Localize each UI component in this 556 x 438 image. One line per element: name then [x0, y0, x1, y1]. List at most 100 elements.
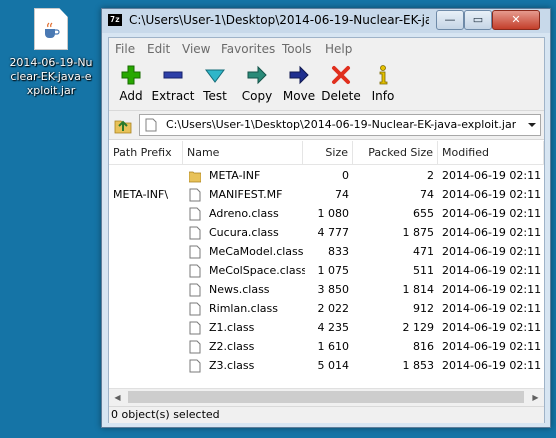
file-icon [189, 264, 201, 278]
row-modified: 2014-06-19 02:11 [442, 188, 542, 201]
list-item[interactable]: News.class 3 850 1 814 2014-06-19 02:11 [109, 280, 544, 299]
row-path-prefix [109, 204, 183, 223]
maximize-button[interactable]: ▭ [464, 10, 492, 30]
menu-view[interactable]: View [182, 42, 210, 56]
list-item[interactable]: META-INF\ MANIFEST.MF 74 74 2014-06-19 02:11 [109, 185, 544, 204]
menu-edit[interactable]: Edit [147, 42, 170, 56]
row-path-prefix [109, 356, 183, 375]
list-item[interactable]: Adreno.class 1 080 655 2014-06-19 02:11 [109, 204, 544, 223]
copy-button[interactable]: Copy [235, 64, 279, 108]
desktop-jar-file[interactable]: 2014-06-19-Nuclear-EK-java-exploit.jar [8, 8, 94, 98]
close-button[interactable]: ✕ [492, 10, 540, 30]
row-packed-size: 1 875 [402, 226, 435, 239]
row-name: Rimlan.class [209, 302, 278, 315]
delete-button[interactable]: Delete [319, 64, 363, 108]
add-icon [121, 65, 141, 85]
desktop-file-label: 2014-06-19-Nuclear-EK-java-exploit.jar [9, 56, 93, 97]
up-folder-icon[interactable] [113, 115, 133, 135]
horizontal-scrollbar[interactable]: ◀ ▶ [109, 388, 544, 406]
row-path-prefix [109, 280, 183, 299]
list-item[interactable]: Z2.class 1 610 816 2014-06-19 02:11 [109, 337, 544, 356]
extract-button[interactable]: Extract [151, 64, 195, 108]
row-packed-size: 1 853 [402, 359, 435, 372]
row-packed-size: 816 [413, 340, 434, 353]
row-modified: 2014-06-19 02:11 [442, 302, 542, 315]
extract-icon [163, 71, 183, 79]
row-name: Z2.class [209, 340, 255, 353]
list-item[interactable]: Z1.class 4 235 2 129 2014-06-19 02:11 [109, 318, 544, 337]
address-path: C:\Users\User-1\Desktop\2014-06-19-Nucle… [166, 118, 516, 131]
row-path-prefix [109, 166, 183, 185]
list-item[interactable]: MeCaModel.class 833 471 2014-06-19 02:11 [109, 242, 544, 261]
row-modified: 2014-06-19 02:11 [442, 207, 542, 220]
row-packed-size: 2 [427, 169, 434, 182]
file-icon [189, 188, 201, 202]
menu-help[interactable]: Help [325, 42, 352, 56]
column-path-prefix[interactable]: Path Prefix [109, 141, 183, 164]
file-icon [189, 302, 201, 316]
row-packed-size: 912 [413, 302, 434, 315]
toolbar: Add Extract Test Copy Move Delete Info [109, 60, 544, 111]
test-button[interactable]: Test [193, 64, 237, 108]
column-packed-size[interactable]: Packed Size [353, 141, 438, 164]
row-packed-size: 74 [420, 188, 434, 201]
list-item[interactable]: MeColSpace.class 1 075 511 2014-06-19 02:11 [109, 261, 544, 280]
test-icon [205, 69, 225, 83]
file-icon [189, 207, 201, 221]
file-icon [189, 283, 201, 297]
menu-tools[interactable]: Tools [282, 42, 312, 56]
row-path-prefix [109, 337, 183, 356]
list-item[interactable]: Z3.class 5 014 1 853 2014-06-19 02:11 [109, 356, 544, 375]
row-packed-size: 1 814 [402, 283, 435, 296]
address-field[interactable]: C:\Users\User-1\Desktop\2014-06-19-Nucle… [139, 114, 541, 136]
row-size: 1 075 [317, 264, 350, 277]
minimize-button[interactable]: — [436, 10, 464, 30]
status-text: 0 object(s) selected [111, 408, 220, 421]
row-path-prefix [109, 261, 183, 280]
list-header: Path Prefix Name Size Packed Size Modifi… [109, 141, 544, 165]
row-name: Adreno.class [209, 207, 279, 220]
column-modified[interactable]: Modified [438, 141, 544, 164]
row-packed-size: 471 [413, 245, 434, 258]
app-icon: 7z [108, 14, 122, 26]
menu-file[interactable]: File [115, 42, 135, 56]
java-cup-icon [45, 22, 60, 38]
menu-bar: File Edit View Favorites Tools Help [109, 38, 544, 60]
sevenzip-window: 7z C:\Users\User-1\Desktop\2014-06-19-Nu… [101, 8, 551, 428]
list-item[interactable]: Rimlan.class 2 022 912 2014-06-19 02:11 [109, 299, 544, 318]
row-path-prefix [109, 242, 183, 261]
column-name[interactable]: Name [183, 141, 303, 164]
list-item[interactable]: META-INF 0 2 2014-06-19 02:11 [109, 166, 544, 185]
row-name: News.class [209, 283, 270, 296]
scroll-left-icon[interactable]: ◀ [109, 389, 126, 406]
archive-file-icon [145, 118, 157, 132]
delete-icon [332, 66, 350, 84]
row-path-prefix: META-INF\ [113, 188, 169, 201]
list-item[interactable]: Cucura.class 4 777 1 875 2014-06-19 02:11 [109, 223, 544, 242]
row-size: 833 [328, 245, 349, 258]
scroll-right-icon[interactable]: ▶ [527, 389, 544, 406]
info-button[interactable]: Info [361, 64, 405, 108]
move-button[interactable]: Move [277, 64, 321, 108]
row-modified: 2014-06-19 02:11 [442, 359, 542, 372]
title-bar[interactable]: 7z C:\Users\User-1\Desktop\2014-06-19-Nu… [102, 9, 550, 33]
file-list[interactable]: Path Prefix Name Size Packed Size Modifi… [109, 141, 544, 387]
row-name: Z1.class [209, 321, 255, 334]
window-title: C:\Users\User-1\Desktop\2014-06-19-Nucle… [129, 13, 429, 27]
column-size[interactable]: Size [303, 141, 353, 164]
add-button[interactable]: Add [109, 64, 153, 108]
row-path-prefix [109, 318, 183, 337]
row-size: 74 [335, 188, 349, 201]
info-icon [379, 65, 388, 85]
row-packed-size: 511 [413, 264, 434, 277]
window-client: File Edit View Favorites Tools Help Add … [108, 37, 545, 423]
chevron-down-icon[interactable] [528, 121, 536, 129]
menu-favorites[interactable]: Favorites [221, 42, 275, 56]
row-name: Z3.class [209, 359, 255, 372]
status-bar: 0 object(s) selected [109, 406, 544, 423]
row-modified: 2014-06-19 02:11 [442, 321, 542, 334]
scroll-thumb[interactable] [128, 391, 524, 403]
row-size: 2 022 [317, 302, 350, 315]
row-modified: 2014-06-19 02:11 [442, 264, 542, 277]
row-size: 1 080 [317, 207, 350, 220]
